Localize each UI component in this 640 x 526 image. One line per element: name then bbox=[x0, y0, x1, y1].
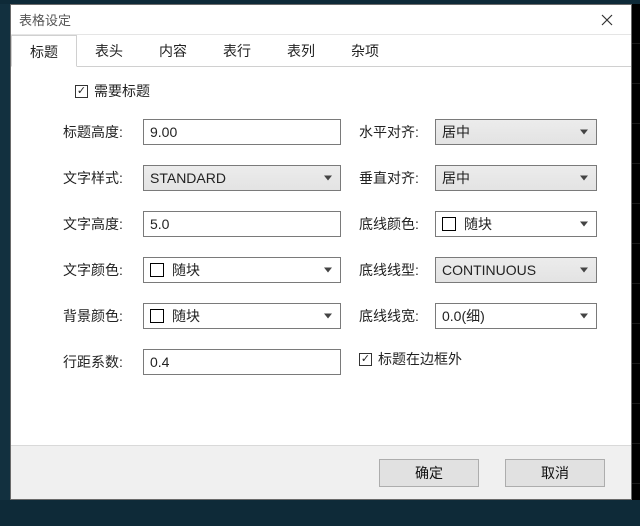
cancel-button[interactable]: 取消 bbox=[505, 459, 605, 487]
ok-button[interactable]: 确定 bbox=[379, 459, 479, 487]
dialog-footer: 确定 取消 bbox=[11, 445, 631, 499]
need-title-label: 需要标题 bbox=[94, 81, 150, 101]
title-outside-checkbox[interactable]: ✓ bbox=[359, 353, 372, 366]
bg-color-value: 随块 bbox=[172, 306, 200, 326]
table-settings-dialog: 表格设定 标题 表头 内容 表行 表列 杂项 ✓ 需要标题 标题高度: bbox=[10, 4, 632, 500]
line-width-select[interactable]: 0.0(细) bbox=[435, 303, 597, 329]
halign-label: 水平对齐: bbox=[359, 122, 435, 142]
line-width-label: 底线线宽: bbox=[359, 306, 435, 326]
valign-label: 垂直对齐: bbox=[359, 168, 435, 188]
tab-row[interactable]: 表行 bbox=[205, 35, 269, 66]
close-button[interactable] bbox=[589, 8, 625, 32]
titlebar: 表格设定 bbox=[11, 5, 631, 35]
text-height-label: 文字高度: bbox=[63, 214, 143, 234]
tab-strip: 标题 表头 内容 表行 表列 杂项 bbox=[11, 35, 631, 67]
tab-header[interactable]: 表头 bbox=[77, 35, 141, 66]
line-spacing-input[interactable]: 0.4 bbox=[143, 349, 341, 375]
tab-column[interactable]: 表列 bbox=[269, 35, 333, 66]
left-column: 标题高度: 9.00 文字样式: STANDARD 文字高度: 5.0 文字颜色… bbox=[63, 119, 341, 395]
line-spacing-label: 行距系数: bbox=[63, 352, 143, 372]
title-height-label: 标题高度: bbox=[63, 122, 143, 142]
color-swatch-icon bbox=[442, 217, 456, 231]
color-swatch-icon bbox=[150, 263, 164, 277]
tab-title[interactable]: 标题 bbox=[11, 35, 77, 67]
bg-color-select[interactable]: 随块 bbox=[143, 303, 341, 329]
text-color-select[interactable]: 随块 bbox=[143, 257, 341, 283]
line-type-select[interactable]: CONTINUOUS bbox=[435, 257, 597, 283]
line-color-label: 底线颜色: bbox=[359, 214, 435, 234]
text-style-select[interactable]: STANDARD bbox=[143, 165, 341, 191]
bg-color-label: 背景颜色: bbox=[63, 306, 143, 326]
close-icon bbox=[601, 14, 613, 26]
tab-pane-title: ✓ 需要标题 标题高度: 9.00 文字样式: STANDARD 文字高度: 5… bbox=[11, 67, 631, 403]
valign-select[interactable]: 居中 bbox=[435, 165, 597, 191]
tab-misc[interactable]: 杂项 bbox=[333, 35, 397, 66]
text-height-input[interactable]: 5.0 bbox=[143, 211, 341, 237]
window-title: 表格设定 bbox=[19, 10, 71, 29]
line-type-label: 底线线型: bbox=[359, 260, 435, 280]
tab-content[interactable]: 内容 bbox=[141, 35, 205, 66]
text-color-value: 随块 bbox=[172, 260, 200, 280]
color-swatch-icon bbox=[150, 309, 164, 323]
title-height-input[interactable]: 9.00 bbox=[143, 119, 341, 145]
title-outside-label: 标题在边框外 bbox=[378, 349, 462, 369]
line-color-select[interactable]: 随块 bbox=[435, 211, 597, 237]
text-style-label: 文字样式: bbox=[63, 168, 143, 188]
text-color-label: 文字颜色: bbox=[63, 260, 143, 280]
halign-select[interactable]: 居中 bbox=[435, 119, 597, 145]
need-title-checkbox[interactable]: ✓ bbox=[75, 85, 88, 98]
right-column: 水平对齐: 居中 垂直对齐: 居中 底线颜色: 随块 bbox=[359, 119, 597, 395]
line-color-value: 随块 bbox=[464, 214, 492, 234]
